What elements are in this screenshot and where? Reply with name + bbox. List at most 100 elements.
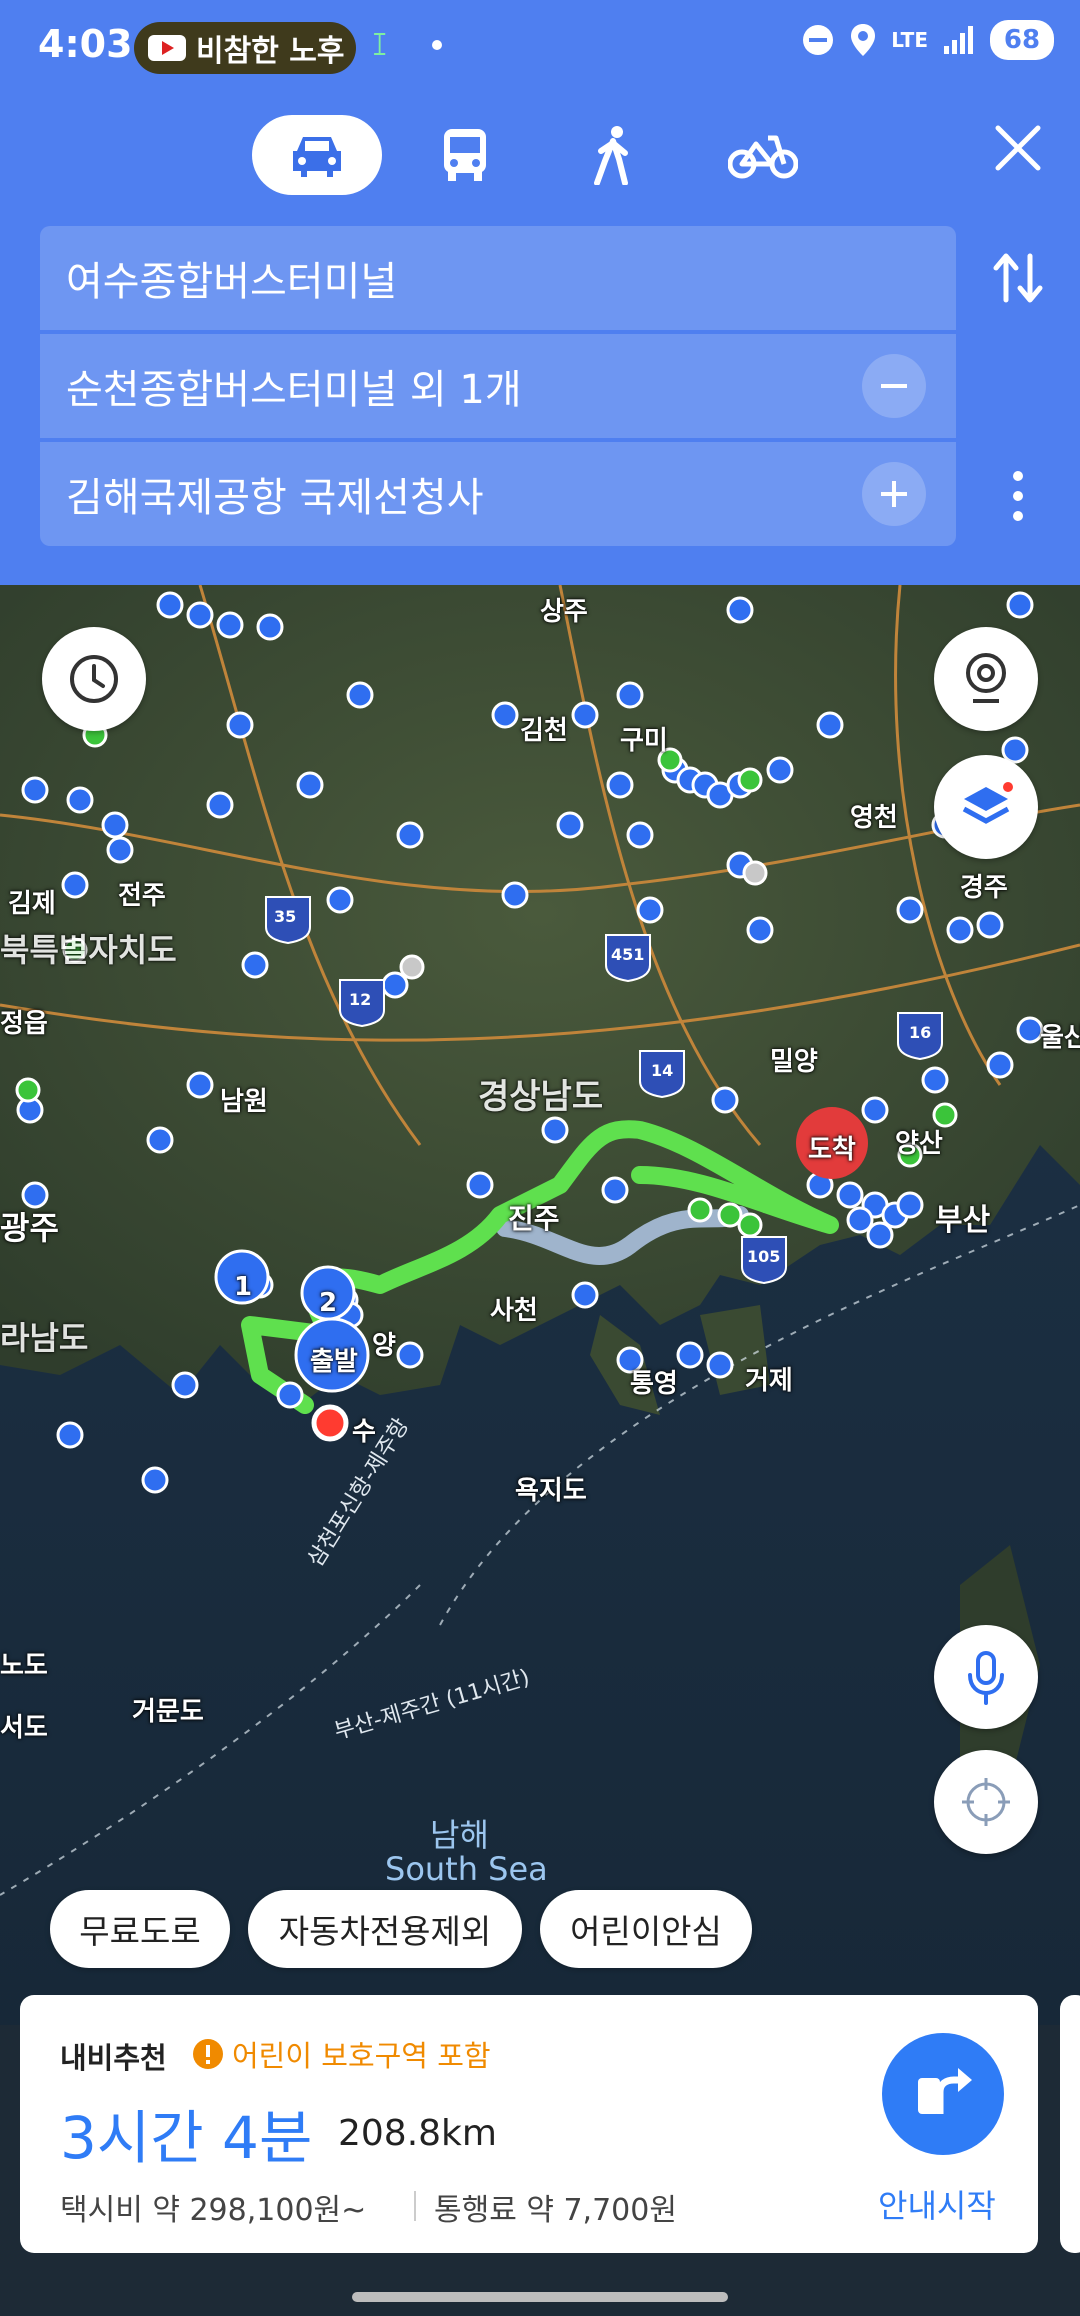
place-namwon: 남원 bbox=[220, 1087, 268, 1117]
mode-bike-tab[interactable] bbox=[698, 115, 828, 195]
toll-fee: 통행료 약 7,700원 bbox=[434, 2193, 677, 2228]
place-gwangju: 광주 bbox=[0, 1209, 59, 1247]
place-tongyeong: 통영 bbox=[630, 1369, 678, 1399]
gesture-bar bbox=[352, 2292, 728, 2302]
chip-exclude-expressway[interactable]: 자동차전용제외 bbox=[248, 1890, 522, 1968]
place-nodo: 노도 bbox=[0, 1651, 48, 1681]
place-busan: 부산 bbox=[935, 1203, 991, 1238]
signal-icon bbox=[944, 26, 973, 54]
taxi-fare: 택시비 약 298,100원~ bbox=[60, 2193, 367, 2228]
place-gimje: 김제 bbox=[8, 889, 56, 919]
destination-field[interactable]: 김해국제공항 국제선청사 bbox=[40, 442, 956, 546]
voice-search-button[interactable] bbox=[934, 1625, 1038, 1729]
chip-free-road[interactable]: 무료도로 bbox=[50, 1890, 230, 1968]
crosshair-icon bbox=[962, 1778, 1010, 1826]
map-canvas bbox=[0, 585, 1080, 2025]
end-marker-label: 도착 bbox=[808, 1135, 856, 1165]
network-type: LTE bbox=[891, 28, 928, 52]
my-location-button[interactable] bbox=[934, 1750, 1038, 1854]
close-icon bbox=[995, 125, 1041, 171]
origin-text: 여수종합버스터미널 bbox=[66, 259, 398, 305]
media-notification-text: 비참한 노후 bbox=[196, 34, 345, 69]
more-vertical-icon bbox=[1013, 471, 1023, 521]
walk-icon bbox=[594, 126, 628, 185]
route-summary-card[interactable]: 내비추천 어린이 보호구역 포함 3시간 4분 208.8km 택시비 약 29… bbox=[20, 1995, 1038, 2253]
waypoint-text: 순천종합버스터미널 외 1개 bbox=[66, 367, 522, 413]
plus-icon bbox=[881, 481, 907, 507]
place-yokjido: 욕지도 bbox=[515, 1476, 587, 1506]
place-jeonju: 전주 bbox=[118, 881, 166, 911]
bike-icon bbox=[728, 135, 798, 179]
media-notification-pill[interactable]: 비참한 노후 bbox=[134, 22, 356, 74]
route-search-header: 4:03 비참한 노후 ꕯ LTE 68 여수종합버스터미널 순천종합버스터미널… bbox=[0, 0, 1080, 585]
minus-icon bbox=[881, 384, 907, 388]
mode-bus-tab[interactable] bbox=[400, 115, 530, 195]
car-icon bbox=[293, 137, 341, 177]
place-sacheon: 사천 bbox=[490, 1296, 538, 1326]
sea-name-english: South Sea bbox=[385, 1850, 548, 1888]
map-layers-button[interactable] bbox=[934, 755, 1038, 859]
place-jeonbuk: 북특별자치도 bbox=[0, 931, 177, 969]
school-zone-text: 어린이 보호구역 포함 bbox=[232, 2039, 491, 2073]
waypoint-1-label: 1 bbox=[234, 1272, 253, 1302]
place-gumi: 구미 bbox=[620, 726, 668, 756]
location-icon bbox=[851, 24, 876, 56]
youtube-icon bbox=[148, 35, 186, 61]
route-duration: 3시간 4분 bbox=[60, 2104, 313, 2172]
highway-105: 105 bbox=[747, 1247, 781, 1266]
status-time: 4:03 bbox=[38, 22, 133, 66]
place-jinju: 진주 bbox=[508, 1202, 560, 1235]
more-options-button[interactable] bbox=[1006, 466, 1030, 530]
route-tag: 내비추천 bbox=[60, 2041, 167, 2075]
add-waypoint-button[interactable] bbox=[862, 462, 926, 526]
place-seodo: 서도 bbox=[0, 1713, 48, 1743]
cctv-button[interactable] bbox=[934, 627, 1038, 731]
place-gwangyang: 양 bbox=[372, 1331, 396, 1361]
clock-icon bbox=[70, 655, 118, 703]
next-route-card-peek[interactable] bbox=[1060, 1995, 1080, 2253]
start-navigation-button[interactable] bbox=[882, 2033, 1004, 2155]
place-sangju: 상주 bbox=[540, 597, 588, 627]
close-button[interactable] bbox=[988, 118, 1048, 182]
place-jeongeup: 정읍 bbox=[0, 1009, 48, 1039]
app-notification-icon: ꕯ bbox=[372, 28, 388, 63]
origin-field[interactable]: 여수종합버스터미널 bbox=[40, 226, 956, 330]
mode-walk-tab[interactable] bbox=[548, 115, 678, 195]
place-gimcheon: 김천 bbox=[520, 716, 568, 746]
map-view[interactable]: 1 2 출발 도착 35 12 451 14 16 105 상주 김천 구미 영… bbox=[0, 585, 1080, 2025]
layers-icon bbox=[962, 782, 1013, 824]
dnd-icon bbox=[803, 25, 834, 55]
place-ulsan: 울산 bbox=[1040, 1023, 1080, 1053]
card-divider bbox=[414, 2191, 416, 2221]
remove-waypoint-button[interactable] bbox=[862, 354, 926, 418]
highway-35: 35 bbox=[274, 907, 297, 926]
waypoint-field[interactable]: 순천종합버스터미널 외 1개 bbox=[40, 334, 956, 438]
destination-text: 김해국제공항 국제선청사 bbox=[66, 475, 484, 521]
chip-child-safe[interactable]: 어린이안심 bbox=[540, 1890, 752, 1968]
place-yangsan: 양산 bbox=[895, 1129, 943, 1159]
place-gyeongju: 경주 bbox=[960, 873, 1008, 903]
place-geoje: 거제 bbox=[745, 1366, 793, 1396]
place-geomundo: 거문도 bbox=[132, 1697, 204, 1727]
route-distance: 208.8km bbox=[338, 2113, 497, 2154]
departure-time-button[interactable] bbox=[42, 627, 146, 731]
status-icons: LTE 68 bbox=[801, 20, 1054, 60]
navigation-turn-icon bbox=[918, 2068, 972, 2114]
school-zone-warning: 어린이 보호구역 포함 bbox=[192, 2033, 491, 2075]
place-yeongcheon: 영천 bbox=[850, 803, 898, 833]
bus-icon bbox=[444, 129, 486, 181]
waypoint-2-label: 2 bbox=[319, 1288, 338, 1318]
highway-451: 451 bbox=[611, 945, 645, 964]
mode-car-tab[interactable] bbox=[252, 115, 382, 195]
start-marker-label: 출발 bbox=[310, 1347, 358, 1377]
more-notifications-dot bbox=[432, 40, 442, 50]
warning-icon bbox=[193, 2039, 223, 2069]
place-jeonnam: 라남도 bbox=[0, 1319, 89, 1357]
battery-indicator: 68 bbox=[990, 20, 1054, 60]
swap-route-button[interactable] bbox=[988, 248, 1048, 312]
start-navigation-label[interactable]: 안내시작 bbox=[878, 2181, 996, 2227]
place-miryang: 밀양 bbox=[770, 1047, 818, 1077]
highway-12: 12 bbox=[349, 990, 372, 1009]
highway-14: 14 bbox=[651, 1061, 674, 1080]
swap-icon bbox=[993, 253, 1043, 303]
